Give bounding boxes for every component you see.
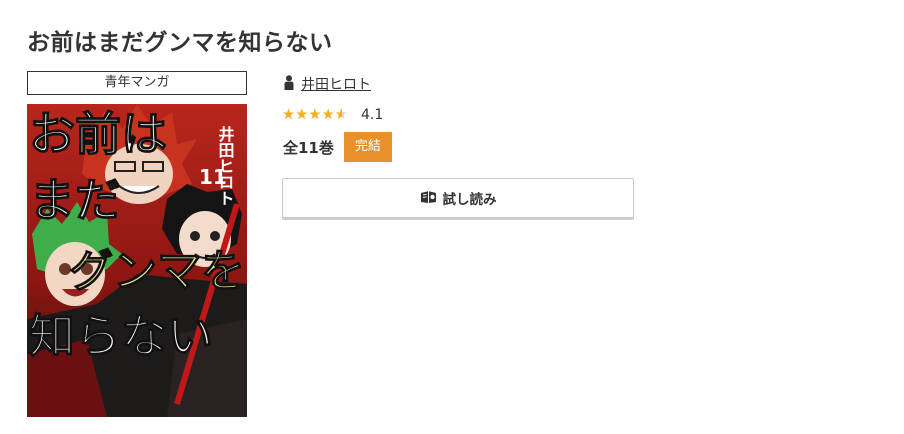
cover-art: お前は まだ グンマを 知らない 井田ヒロト 11 <box>27 104 247 417</box>
page-title: お前はまだグンマを知らない <box>27 30 333 57</box>
star-rating: ★★★★★ ★★★★★ <box>282 107 355 123</box>
book-cover[interactable]: お前は まだ グンマを 知らない 井田ヒロト 11 <box>27 104 247 417</box>
person-icon <box>284 74 294 94</box>
rating-value: 4.1 <box>361 107 384 123</box>
cover-title-line-4: 知らない <box>29 309 213 363</box>
author-link[interactable]: 井田ヒロト <box>301 74 371 94</box>
trial-read-label: 試し読み <box>442 192 497 208</box>
volume-count: 全11巻 <box>283 138 334 157</box>
genre-label[interactable]: 青年マンガ <box>27 71 247 95</box>
open-book-icon <box>420 189 437 208</box>
cover-title-line-2: まだ <box>29 173 121 227</box>
cover-volume-number: 11 <box>199 165 227 189</box>
star-rating-filled: ★★★★★ <box>282 107 342 123</box>
cover-title-line-3: グンマを <box>69 246 245 297</box>
status-badge: 完結 <box>343 132 392 162</box>
rating-row: ★★★★★ ★★★★★ 4.1 <box>282 106 383 124</box>
cover-title-line-1: お前は <box>29 107 167 161</box>
volume-row: 全11巻 完結 <box>283 132 392 162</box>
author-row: 井田ヒロト <box>284 74 371 94</box>
trial-read-button[interactable]: 試し読み <box>282 178 634 218</box>
